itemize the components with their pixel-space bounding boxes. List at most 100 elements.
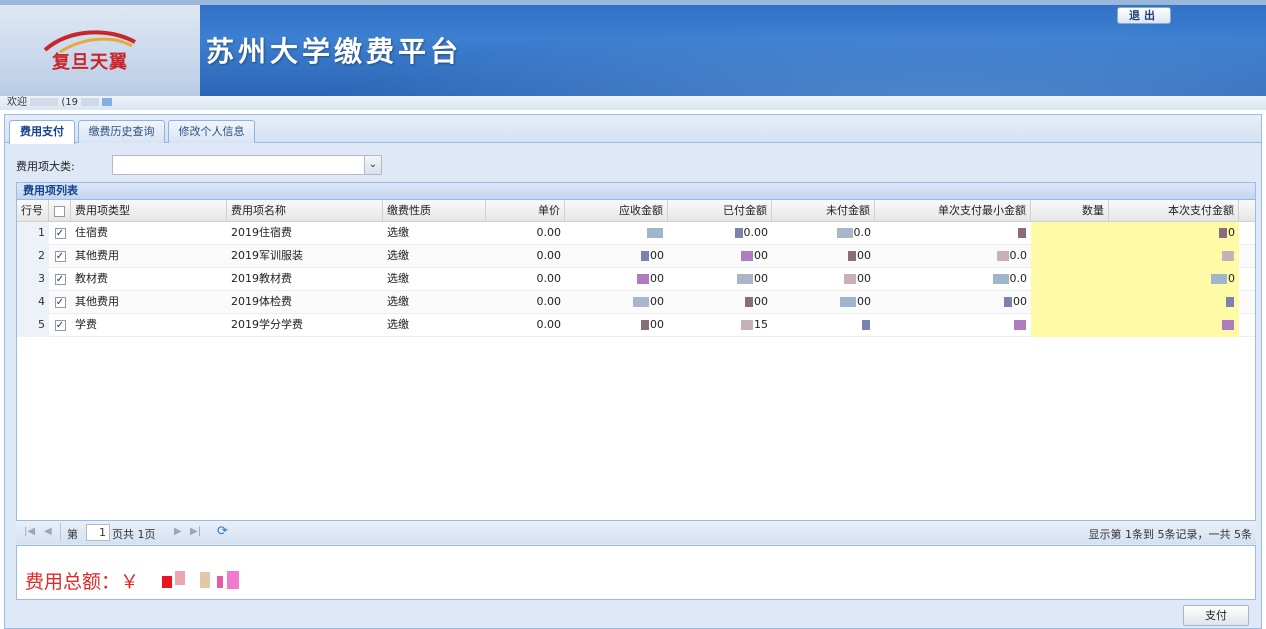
cell-no: 2 xyxy=(17,245,49,268)
cell-paid-value: 15 xyxy=(754,318,768,331)
col-nature[interactable]: 缴费性质 xyxy=(383,200,486,222)
masked-amount xyxy=(1226,297,1234,307)
col-quantity[interactable]: 数量 xyxy=(1031,200,1109,222)
row-checkbox[interactable]: ✓ xyxy=(54,296,66,308)
cell-due-value: 00 xyxy=(650,295,664,308)
cell-type: 教材费 xyxy=(71,268,227,291)
cell-name: 2019军训服装 xyxy=(227,245,383,268)
col-select-all[interactable] xyxy=(49,200,71,222)
row-checkbox[interactable]: ✓ xyxy=(54,250,66,262)
select-all-checkbox[interactable] xyxy=(54,205,65,217)
logout-button[interactable]: 退出 xyxy=(1117,7,1171,24)
cell-name: 2019学分学费 xyxy=(227,314,383,337)
last-page-icon[interactable]: ▶| xyxy=(190,526,201,537)
masked-amount xyxy=(647,228,663,238)
col-unit-price[interactable]: 单价 xyxy=(486,200,565,222)
cell-no-value: 1 xyxy=(38,226,45,239)
cell-due-value: 00 xyxy=(650,249,664,262)
cell-paid-value: 0.00 xyxy=(743,226,769,239)
cell-qty[interactable] xyxy=(1031,314,1109,337)
cell-paid-value: 00 xyxy=(754,249,768,262)
col-amount-paid[interactable]: 已付金额 xyxy=(668,200,772,222)
cell-nature-value: 选缴 xyxy=(387,272,409,285)
col-fee-type[interactable]: 费用项类型 xyxy=(71,200,227,222)
masked-total-2 xyxy=(175,571,185,585)
welcome-text: 欢迎 xyxy=(7,97,27,108)
cell-qty[interactable] xyxy=(1031,268,1109,291)
table-row[interactable]: 4 ✓ 其他费用 2019体检费 选缴 0.00 00 00 00 00 xyxy=(17,291,1255,314)
tab-payment-history[interactable]: 缴费历史查询 xyxy=(78,120,165,143)
masked-amount xyxy=(641,320,649,330)
table-row[interactable]: 2 ✓ 其他费用 2019军训服装 选缴 0.00 00 00 00 0.0 xyxy=(17,245,1255,268)
category-filter-label: 费用项大类: xyxy=(16,160,75,173)
cell-type: 其他费用 xyxy=(71,291,227,314)
page-number-input[interactable]: 1 xyxy=(86,524,110,541)
tab-bar: 费用支付 缴费历史查询 修改个人信息 xyxy=(5,115,1261,144)
cell-nature: 选缴 xyxy=(383,245,486,268)
page-prefix: 第 xyxy=(67,528,78,541)
prev-page-icon[interactable]: ◀ xyxy=(44,526,52,537)
cell-no: 4 xyxy=(17,291,49,314)
row-checkbox-cell[interactable]: ✓ xyxy=(49,222,71,245)
cell-paid-value: 00 xyxy=(754,272,768,285)
cell-min: 0.0 xyxy=(875,245,1031,268)
cell-pay[interactable]: 0 xyxy=(1109,222,1239,245)
row-checkbox-cell[interactable]: ✓ xyxy=(49,245,71,268)
cell-name-value: 2019军训服装 xyxy=(231,249,303,262)
tab-fee-payment[interactable]: 费用支付 xyxy=(9,120,75,144)
cell-unpaid-value: 00 xyxy=(857,249,871,262)
cell-pay[interactable] xyxy=(1109,314,1239,337)
masked-total-5 xyxy=(227,571,239,589)
cell-nature-value: 选缴 xyxy=(387,249,409,262)
col-amount-unpaid[interactable]: 未付金额 xyxy=(772,200,875,222)
refresh-icon[interactable]: ⟳ xyxy=(217,524,228,539)
row-checkbox-cell[interactable]: ✓ xyxy=(49,291,71,314)
table-row[interactable]: 5 ✓ 学费 2019学分学费 选缴 0.00 00 15 xyxy=(17,314,1255,337)
chevron-down-icon[interactable]: ⌄ xyxy=(364,156,381,174)
cell-qty[interactable] xyxy=(1031,291,1109,314)
cell-pay[interactable] xyxy=(1109,245,1239,268)
next-page-icon[interactable]: ▶ xyxy=(174,526,182,537)
cell-qty[interactable] xyxy=(1031,245,1109,268)
col-fee-name[interactable]: 费用项名称 xyxy=(227,200,383,222)
cell-price-value: 0.00 xyxy=(536,318,562,331)
cell-pay[interactable] xyxy=(1109,291,1239,314)
category-filter-combo[interactable]: ⌄ xyxy=(112,155,382,175)
row-checkbox[interactable]: ✓ xyxy=(54,227,66,239)
masked-total-1 xyxy=(162,576,172,588)
cell-qty[interactable] xyxy=(1031,222,1109,245)
cell-nature-value: 选缴 xyxy=(387,318,409,331)
cell-name: 2019住宿费 xyxy=(227,222,383,245)
masked-total-4 xyxy=(217,576,223,588)
col-amount-due[interactable]: 应收金额 xyxy=(565,200,668,222)
cell-name-value: 2019住宿费 xyxy=(231,226,292,239)
table-row[interactable]: 3 ✓ 教材费 2019教材费 选缴 0.00 00 00 00 0.0 0 xyxy=(17,268,1255,291)
cell-unpaid: 00 xyxy=(772,268,875,291)
table-row[interactable]: 1 ✓ 住宿费 2019住宿费 选缴 0.00 0.00 0.0 0 xyxy=(17,222,1255,245)
cell-due-value: 00 xyxy=(650,272,664,285)
masked-amount xyxy=(641,251,649,261)
cell-min: 0.0 xyxy=(875,268,1031,291)
row-checkbox[interactable]: ✓ xyxy=(54,319,66,331)
row-checkbox-cell[interactable]: ✓ xyxy=(49,268,71,291)
masked-amount xyxy=(1014,320,1026,330)
logo-text: 复旦天翼 xyxy=(52,52,128,73)
cell-due: 00 xyxy=(565,268,668,291)
tab-edit-profile[interactable]: 修改个人信息 xyxy=(168,120,255,143)
col-min-payment[interactable]: 单次支付最小金额 xyxy=(875,200,1031,222)
cell-min xyxy=(875,222,1031,245)
grid-title: 费用项列表 xyxy=(17,183,1255,200)
pay-button[interactable]: 支付 xyxy=(1183,605,1249,626)
cell-nature-value: 选缴 xyxy=(387,226,409,239)
first-page-icon[interactable]: |◀ xyxy=(24,526,35,537)
cell-due-value: 00 xyxy=(650,318,664,331)
masked-amount xyxy=(1211,274,1227,284)
cell-no-value: 3 xyxy=(38,272,45,285)
row-checkbox[interactable]: ✓ xyxy=(54,273,66,285)
masked-name xyxy=(30,98,59,106)
col-pay-amount[interactable]: 本次支付金额 xyxy=(1109,200,1239,222)
cell-price-value: 0.00 xyxy=(536,249,562,262)
row-checkbox-cell[interactable]: ✓ xyxy=(49,314,71,337)
cell-pay[interactable]: 0 xyxy=(1109,268,1239,291)
cell-price-value: 0.00 xyxy=(536,272,562,285)
